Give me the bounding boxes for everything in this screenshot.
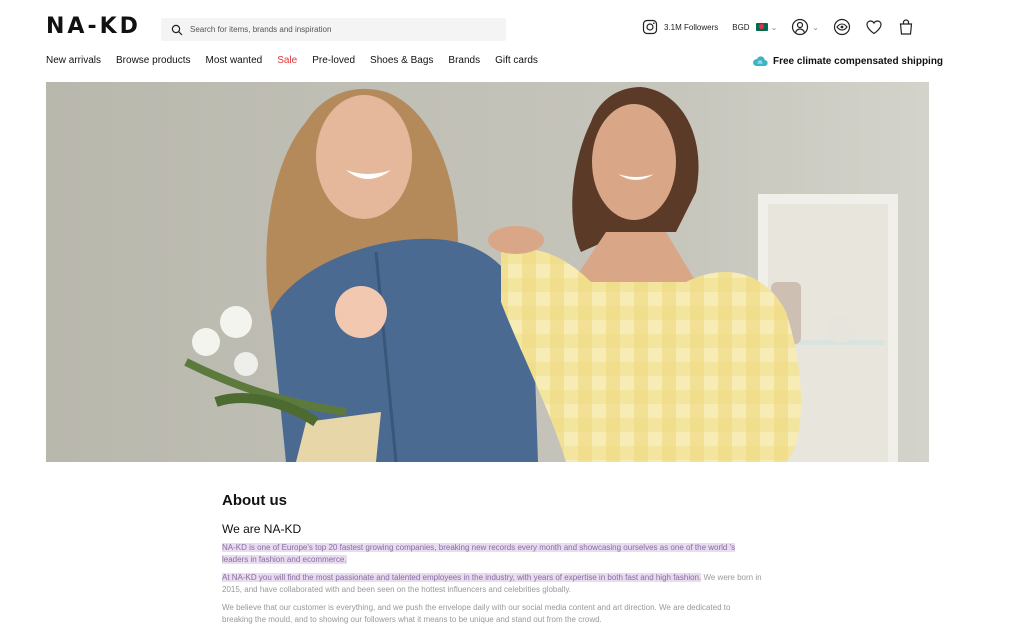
about-paragraph-1: NA-KD is one of Europe's top 20 fastest … [222,542,762,566]
about-subtitle: We are NA-KD [222,522,302,536]
nav-most-wanted[interactable]: Most wanted [206,55,263,66]
instagram-link[interactable]: 3.1M Followers [642,19,718,35]
about-paragraph-2-highlight: At NA-KD you will find the most passiona… [222,573,702,582]
about-section: About us We are NA-KD NA-KD is one of Eu… [222,492,762,626]
site-header: NA-KD 3.1M Followers BGD ⌄ ⌄ New arrival… [0,0,1024,82]
nav-sale[interactable]: Sale [277,55,297,66]
instagram-icon [642,19,658,35]
about-title: About us [222,492,287,509]
chevron-down-icon: ⌄ [770,22,778,32]
account-icon [792,18,809,36]
shipping-label: Free climate compensated shipping [773,55,944,67]
header-tools: 3.1M Followers BGD ⌄ ⌄ [642,16,915,38]
main-nav: New arrivals Browse products Most wanted… [46,55,553,66]
cart-bag-icon [899,19,913,35]
cloud-icon [753,56,768,67]
about-paragraph-3: We believe that our customer is everythi… [222,603,731,624]
visibility-button[interactable] [833,18,851,36]
instagram-followers: 3.1M Followers [664,22,719,32]
about-paragraph-2: At NA-KD you will find the most passiona… [222,572,762,596]
shipping-banner[interactable]: Free climate compensated shipping [752,55,943,67]
nav-brands[interactable]: Brands [448,55,480,66]
wishlist-button[interactable] [865,18,883,36]
cart-button[interactable] [897,18,915,36]
search-input[interactable] [190,25,490,34]
hero-image [46,82,929,462]
brand-logo[interactable]: NA-KD [46,14,141,39]
search-icon [171,24,183,35]
nav-new-arrivals[interactable]: New arrivals [46,55,101,66]
nav-shoes-bags[interactable]: Shoes & Bags [370,55,433,66]
nav-gift-cards[interactable]: Gift cards [495,55,538,66]
currency-selector[interactable]: BGD ⌄ [732,23,777,32]
nav-pre-loved[interactable]: Pre-loved [312,55,355,66]
visibility-icon [833,18,851,36]
search-bar[interactable] [161,18,506,41]
currency-label: BGD [732,22,750,32]
about-paragraph-1-text: NA-KD is one of Europe's top 20 fastest … [222,543,736,564]
chevron-down-icon: ⌄ [812,22,819,32]
wishlist-heart-icon [866,20,882,35]
nav-browse-products[interactable]: Browse products [116,55,190,66]
flag-icon [755,23,768,31]
hero-photo [46,82,929,462]
account-button[interactable]: ⌄ [791,18,819,36]
